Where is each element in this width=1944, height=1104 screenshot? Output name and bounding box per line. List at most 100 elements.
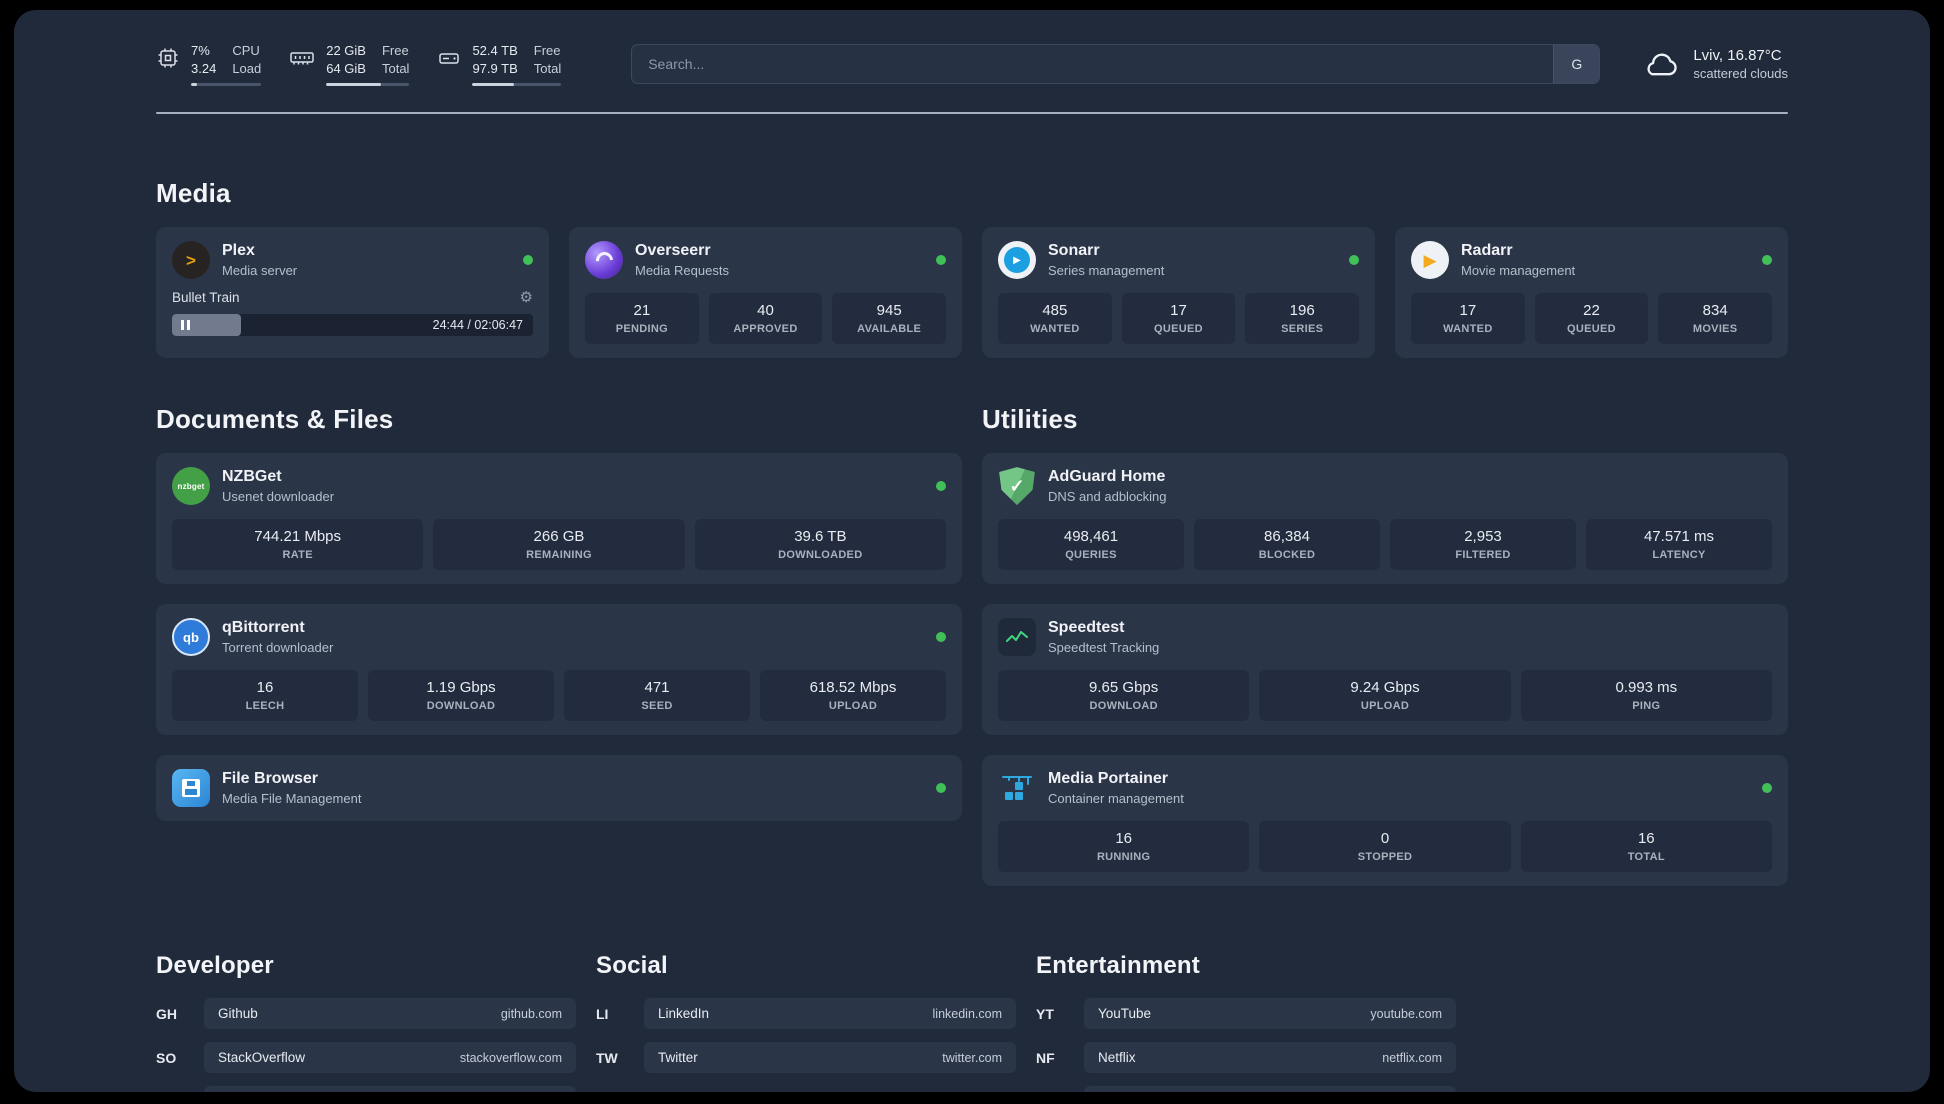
check-icon: ✓ (1009, 476, 1025, 497)
netflix-icon: NF (1036, 1049, 1055, 1066)
stat-value: 2,953 (1464, 528, 1502, 546)
speedtest-icon (998, 618, 1036, 657)
app-name-overseerr: Overseerr (635, 242, 711, 260)
stat-tile: 16 LEECH (172, 670, 358, 722)
stat-label: LATENCY (1652, 549, 1706, 562)
app-subtitle-plex: Media server (222, 263, 298, 279)
plex-chevron-glyph: > (186, 250, 196, 270)
netflix-link[interactable]: Netflix netflix.com (1084, 1042, 1456, 1074)
status-dot (936, 783, 946, 794)
status-dot (523, 255, 533, 266)
stat-value: 196 (1289, 302, 1315, 320)
sonarr-icon: ▶ (998, 241, 1036, 280)
section-title-utilities: Utilities (982, 404, 1078, 435)
stat-value: 945 (876, 302, 902, 320)
media-grid: > Plex Media server Bullet Train ⚙ 24:44… (156, 227, 1788, 359)
search-input[interactable] (632, 45, 1554, 84)
stat-label: RATE (282, 549, 313, 562)
link-name: Github (218, 1006, 258, 1022)
stat-tile: 16 TOTAL (1520, 821, 1772, 873)
stat-label: DOWNLOAD (1089, 700, 1158, 713)
dev-link[interactable]: DEV dev.to (204, 1086, 576, 1092)
documents-column: Documents & Files nzbget NZBGet Usenet d… (156, 404, 962, 822)
stackoverflow-link[interactable]: StackOverflow stackoverflow.com (204, 1042, 576, 1074)
stat-value: 16 (256, 679, 274, 697)
disk-total: 97.9 TB (472, 60, 518, 76)
section-title-developer: Developer (156, 952, 274, 980)
ram-total: 64 GiB (326, 60, 366, 76)
radarr-card[interactable]: ▶ Radarr Movie management 17 WANTED 22 Q… (1395, 227, 1788, 359)
disk-label-1: Free (533, 43, 561, 58)
reddit-link[interactable]: Reddit reddit.com (1084, 1086, 1456, 1092)
disk-label-2: Total (533, 60, 562, 76)
link-url: netflix.com (1382, 1050, 1442, 1065)
cpu-icon (158, 48, 178, 68)
adguard-card[interactable]: ✓ AdGuard Home DNS and adblocking 498,46… (982, 453, 1788, 585)
search-engine-button[interactable]: G (1553, 45, 1600, 84)
playback-progress-bar[interactable]: 24:44 / 02:06:47 (172, 314, 533, 337)
github-link[interactable]: Github github.com (204, 998, 576, 1030)
link-row-twitter: TW Twitter twitter.com (596, 1042, 1016, 1074)
stat-label: WANTED (1443, 323, 1493, 336)
ram-label-2: Total (381, 60, 410, 76)
sonarr-card[interactable]: ▶ Sonarr Series management 485 WANTED 17 (982, 227, 1375, 359)
stat-tile: 618.52 Mbps UPLOAD (760, 670, 946, 722)
app-subtitle-nzbget: Usenet downloader (222, 489, 335, 505)
stat-value: 16 (1115, 830, 1132, 848)
stat-value: 47.571 ms (1643, 528, 1715, 546)
cpu-loadavg: 3.24 (191, 60, 217, 76)
adguard-shield-icon: ✓ (999, 467, 1035, 506)
youtube-icon: YT (1036, 1005, 1054, 1022)
stat-tile: 21 PENDING (585, 293, 699, 345)
qbittorrent-card[interactable]: qb qBittorrent Torrent downloader 16 LEE… (156, 604, 962, 736)
gear-icon[interactable]: ⚙ (520, 290, 533, 305)
stat-tile: 485 WANTED (998, 293, 1112, 345)
linkedin-link[interactable]: LinkedIn linkedin.com (644, 998, 1016, 1030)
stat-label: MOVIES (1692, 323, 1738, 336)
stat-label: UPLOAD (828, 700, 878, 713)
playback-time: 24:44 / 02:06:47 (432, 318, 523, 333)
stat-tile: 834 MOVIES (1658, 293, 1772, 345)
speedtest-card[interactable]: Speedtest Speedtest Tracking 9.65 Gbps D… (982, 604, 1788, 736)
portainer-icon (998, 769, 1036, 807)
overseerr-icon (585, 241, 623, 280)
pause-icon[interactable] (181, 320, 190, 331)
disk-stat: 52.4 TB 97.9 TB Free Total (437, 42, 562, 87)
status-dot (936, 255, 946, 266)
stat-tile: 16 RUNNING (998, 821, 1250, 873)
app-name-plex: Plex (222, 242, 255, 260)
stat-value: 17 (1170, 302, 1187, 320)
nzbget-card[interactable]: nzbget NZBGet Usenet downloader 744.21 M… (156, 453, 962, 585)
link-row-youtube: YT YouTube youtube.com (1036, 998, 1456, 1030)
app-subtitle-adguard: DNS and adblocking (1048, 489, 1167, 505)
app-name-sonarr: Sonarr (1048, 242, 1100, 260)
app-name-speedtest: Speedtest (1048, 619, 1125, 637)
stat-tile: 9.65 Gbps DOWNLOAD (998, 670, 1250, 722)
filebrowser-card[interactable]: File Browser Media File Management (156, 755, 962, 822)
app-subtitle-radarr: Movie management (1461, 263, 1576, 279)
top-bar: 7% 3.24 CPU Load 22 GiB 64 GiB Free Tota… (156, 42, 1788, 87)
radarr-icon: ▶ (1411, 241, 1449, 280)
stat-tile: 1.19 Gbps DOWNLOAD (368, 670, 554, 722)
nzbget-icon: nzbget (172, 467, 210, 506)
twitter-link[interactable]: Twitter twitter.com (644, 1042, 1016, 1074)
twitter-icon: TW (596, 1049, 618, 1066)
cloud-icon (1647, 53, 1678, 76)
stat-label: REMAINING (526, 549, 592, 562)
youtube-link[interactable]: YouTube youtube.com (1084, 998, 1456, 1030)
topbar-divider (156, 112, 1788, 115)
app-subtitle-overseerr: Media Requests (635, 263, 729, 279)
stat-label: PING (1632, 700, 1661, 713)
cpu-label-2: Load (232, 60, 262, 76)
portainer-card[interactable]: Media Portainer Container management 16 … (982, 755, 1788, 887)
stat-tile: 471 SEED (564, 670, 750, 722)
section-title-documents: Documents & Files (156, 404, 394, 435)
stat-tile: 0.993 ms PING (1520, 670, 1772, 722)
overseerr-card[interactable]: Overseerr Media Requests 21 PENDING 40 A… (569, 227, 962, 359)
section-title-entertainment: Entertainment (1036, 952, 1200, 980)
status-dot (1762, 255, 1772, 266)
link-url: stackoverflow.com (459, 1050, 562, 1065)
qbittorrent-icon: qb (172, 618, 210, 657)
plex-card[interactable]: > Plex Media server Bullet Train ⚙ 24:44… (156, 227, 549, 359)
link-url: twitter.com (942, 1050, 1002, 1065)
